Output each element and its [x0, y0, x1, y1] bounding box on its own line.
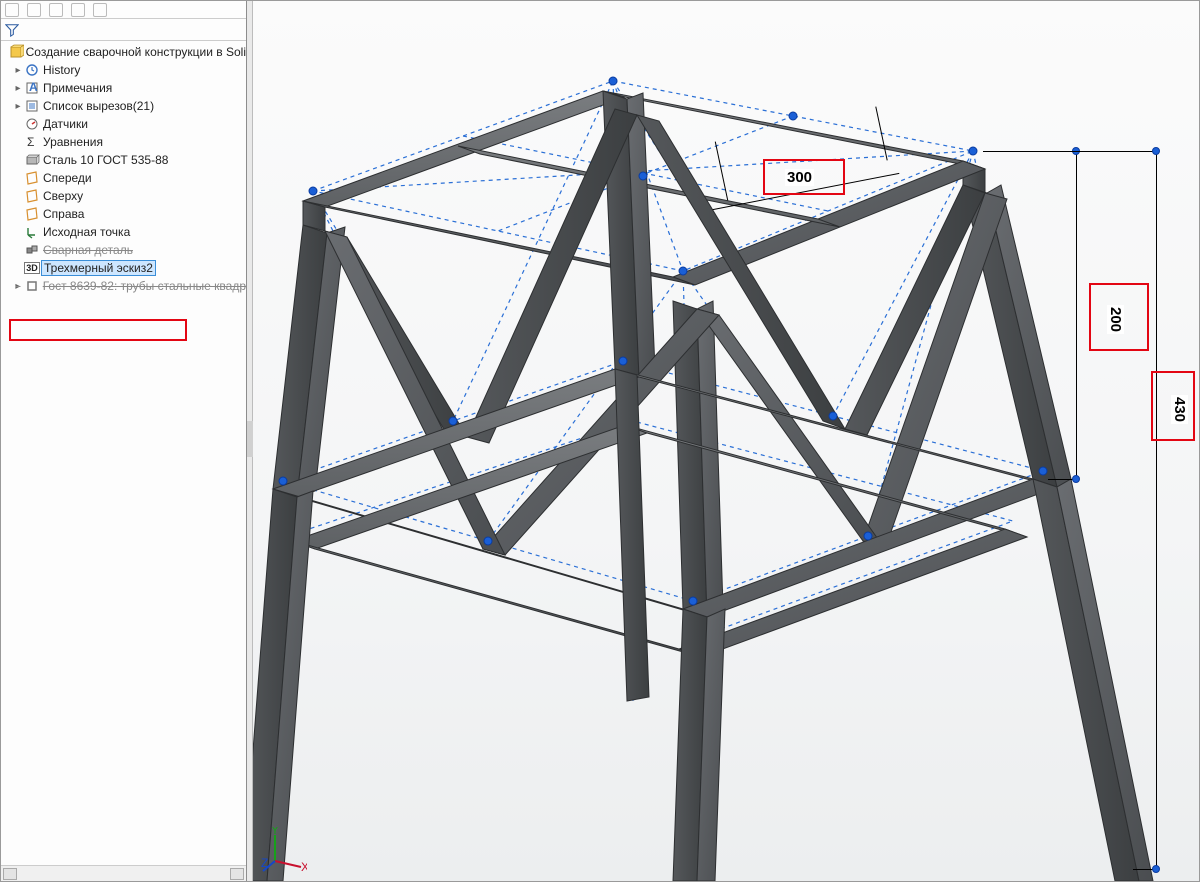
tree-item-top[interactable]: Сверху	[1, 187, 246, 205]
plane-icon	[23, 206, 41, 222]
tree-item-label: Уравнения	[41, 135, 103, 149]
highlight-box-tree	[9, 319, 187, 341]
view-triad: Y X Z	[261, 827, 307, 873]
tree-item-label: Датчики	[41, 117, 88, 131]
tree-item-label: Примечания	[41, 81, 112, 95]
tree-item-front[interactable]: Спереди	[1, 169, 246, 187]
tree-item-label: Сталь 10 ГОСТ 535-88	[41, 153, 168, 167]
scroll-left-icon[interactable]	[3, 868, 17, 880]
filter-bar[interactable]	[1, 19, 246, 41]
plane-icon	[23, 188, 41, 204]
tree-item-label: Гост 8639-82: трубы стальные квадр	[41, 279, 246, 293]
app-frame: Создание сварочной конструкции в Soli ▸ …	[0, 0, 1200, 882]
dimension-430[interactable]: 430	[1171, 395, 1188, 424]
tree-item-3dsketch[interactable]: 3D Трехмерный эскиз2	[1, 259, 246, 277]
tree-item-label: Трехмерный эскиз2	[41, 260, 156, 276]
model-canvas	[253, 1, 1199, 881]
tree-item-equations[interactable]: Σ Уравнения	[1, 133, 246, 151]
dim-point	[1152, 865, 1160, 873]
axis-y-label: Y	[271, 827, 279, 837]
graphics-viewport[interactable]: 300 200 430 Y X Z	[253, 1, 1199, 881]
sensor-icon	[23, 116, 41, 132]
sigma-icon: Σ	[23, 134, 41, 150]
part-icon	[8, 44, 24, 60]
tree-item-label: Сверху	[41, 189, 83, 203]
origin-icon	[23, 224, 41, 240]
tree-item-origin[interactable]: Исходная точка	[1, 223, 246, 241]
notes-icon: A	[23, 80, 41, 96]
svg-text:Σ: Σ	[27, 135, 34, 149]
tree-item-sensors[interactable]: Датчики	[1, 115, 246, 133]
dim-line-430	[1156, 151, 1157, 871]
feature-tree-panel: Создание сварочной конструкции в Soli ▸ …	[1, 1, 247, 881]
dim-point	[1152, 147, 1160, 155]
axis-z-label: Z	[261, 856, 268, 870]
tree-item-profile[interactable]: ▸ Гост 8639-82: трубы стальные квадр	[1, 277, 246, 295]
svg-text:A: A	[29, 81, 38, 94]
tree-item-label: Справа	[41, 207, 84, 221]
sidebar-hscroll[interactable]	[1, 865, 246, 881]
tree-item-label: Список вырезов(21)	[41, 99, 154, 113]
dim-point	[1072, 475, 1080, 483]
dim-ext	[983, 151, 1158, 152]
tree-root-label: Создание сварочной конструкции в Soli	[24, 45, 246, 59]
cutlist-icon	[23, 98, 41, 114]
scroll-right-icon[interactable]	[230, 868, 244, 880]
plane-icon	[23, 170, 41, 186]
funnel-icon	[5, 23, 19, 37]
tree-item-label: History	[41, 63, 80, 77]
weldment-icon	[23, 242, 41, 258]
tree-item-notes[interactable]: ▸ A Примечания	[1, 79, 246, 97]
tree-item-label: Исходная точка	[41, 225, 130, 239]
material-icon	[23, 152, 41, 168]
dimension-200[interactable]: 200	[1107, 305, 1124, 334]
3dsketch-icon: 3D	[23, 260, 41, 276]
tree-item-label: Спереди	[41, 171, 92, 185]
tree-item-right[interactable]: Справа	[1, 205, 246, 223]
tree-root[interactable]: Создание сварочной конструкции в Soli	[1, 43, 246, 61]
history-icon	[23, 62, 41, 78]
dim-line-200	[1076, 151, 1077, 481]
profile-icon	[23, 278, 41, 294]
feature-tree[interactable]: Создание сварочной конструкции в Soli ▸ …	[1, 41, 246, 865]
tree-item-history[interactable]: ▸ History	[1, 61, 246, 79]
tree-item-weldment[interactable]: Сварная деталь	[1, 241, 246, 259]
tree-item-label: Сварная деталь	[41, 243, 133, 257]
tree-item-cutlist[interactable]: ▸ Список вырезов(21)	[1, 97, 246, 115]
dimension-300[interactable]: 300	[785, 169, 814, 186]
axis-x-label: X	[301, 860, 307, 873]
tree-item-material[interactable]: Сталь 10 ГОСТ 535-88	[1, 151, 246, 169]
panel-tabstrip[interactable]	[1, 1, 246, 19]
